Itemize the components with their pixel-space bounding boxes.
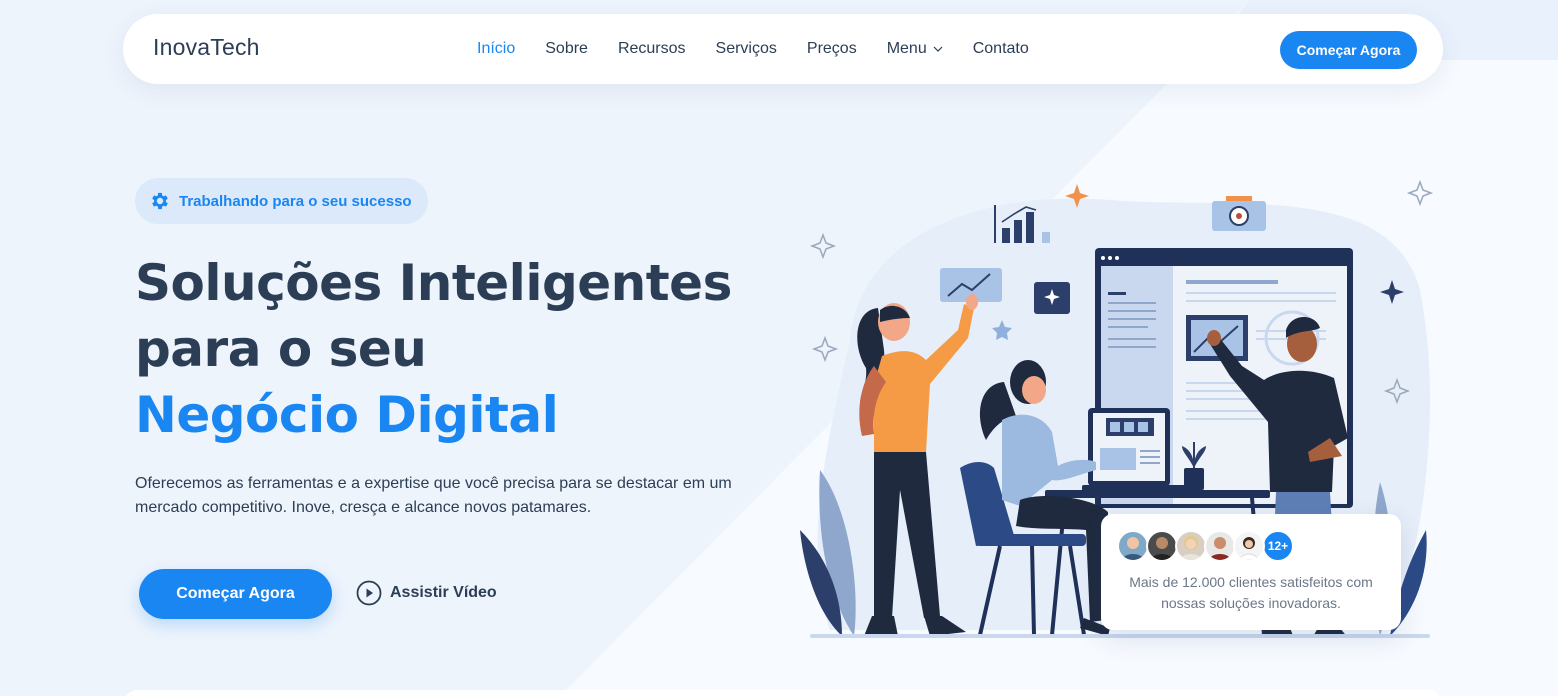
sparkle-icon [809,232,837,260]
hero-title-line-1: Soluções Inteligentes [135,254,732,312]
client-avatars: 12+ [1117,530,1294,562]
hero-title-accent: Negócio Digital [135,386,559,444]
hero-badge: Trabalhando para o seu sucesso [135,178,428,224]
avatar [1175,530,1207,562]
clients-card: 12+ Mais de 12.000 clientes satisfeitos … [1101,514,1401,630]
play-circle-icon [356,580,382,606]
avatar [1146,530,1178,562]
nav-links: Início Sobre Recursos Serviços Preços Me… [477,14,1059,84]
sparkle-card [1034,282,1070,314]
camera-icon [1212,196,1266,231]
avatar [1233,530,1265,562]
brand-logo[interactable]: InovaTech [153,34,260,61]
hero-badge-text: Trabalhando para o seu sucesso [179,192,412,210]
gear-icon [152,192,168,210]
nav-link-servicos[interactable]: Serviços [716,40,777,58]
avatar [1117,530,1149,562]
hero-start-button[interactable]: Começar Agora [139,569,332,619]
floor-line [810,634,1430,638]
hero-title: Soluções Inteligentes para o seu Negócio… [135,250,775,448]
watch-video-label: Assistir Vídeo [390,584,497,601]
nav-link-sobre[interactable]: Sobre [545,40,588,58]
hero-title-line-2: para o seu [135,320,427,378]
nav-link-precos[interactable]: Preços [807,40,857,58]
avatar [1204,530,1236,562]
top-navbar: InovaTech Início Sobre Recursos Serviços… [123,14,1443,84]
nav-link-contato[interactable]: Contato [973,40,1029,58]
client-count-badge: 12+ [1262,530,1294,562]
nav-dropdown-menu[interactable]: Menu [887,40,943,58]
nav-dropdown-label: Menu [886,40,927,57]
nav-start-button[interactable]: Começar Agora [1280,31,1417,69]
hero-description: Oferecemos as ferramentas e a expertise … [135,475,732,516]
chevron-down-icon [933,46,943,52]
sparkle-icon [811,335,839,363]
nav-link-recursos[interactable]: Recursos [618,40,686,58]
sparkle-icon [1406,179,1434,207]
watch-video-link[interactable]: Assistir Vídeo [356,580,497,606]
clients-text: Mais de 12.000 clientes satisfeitos com … [1129,574,1373,611]
nav-link-inicio[interactable]: Início [477,40,515,58]
next-section-card [123,690,1443,696]
